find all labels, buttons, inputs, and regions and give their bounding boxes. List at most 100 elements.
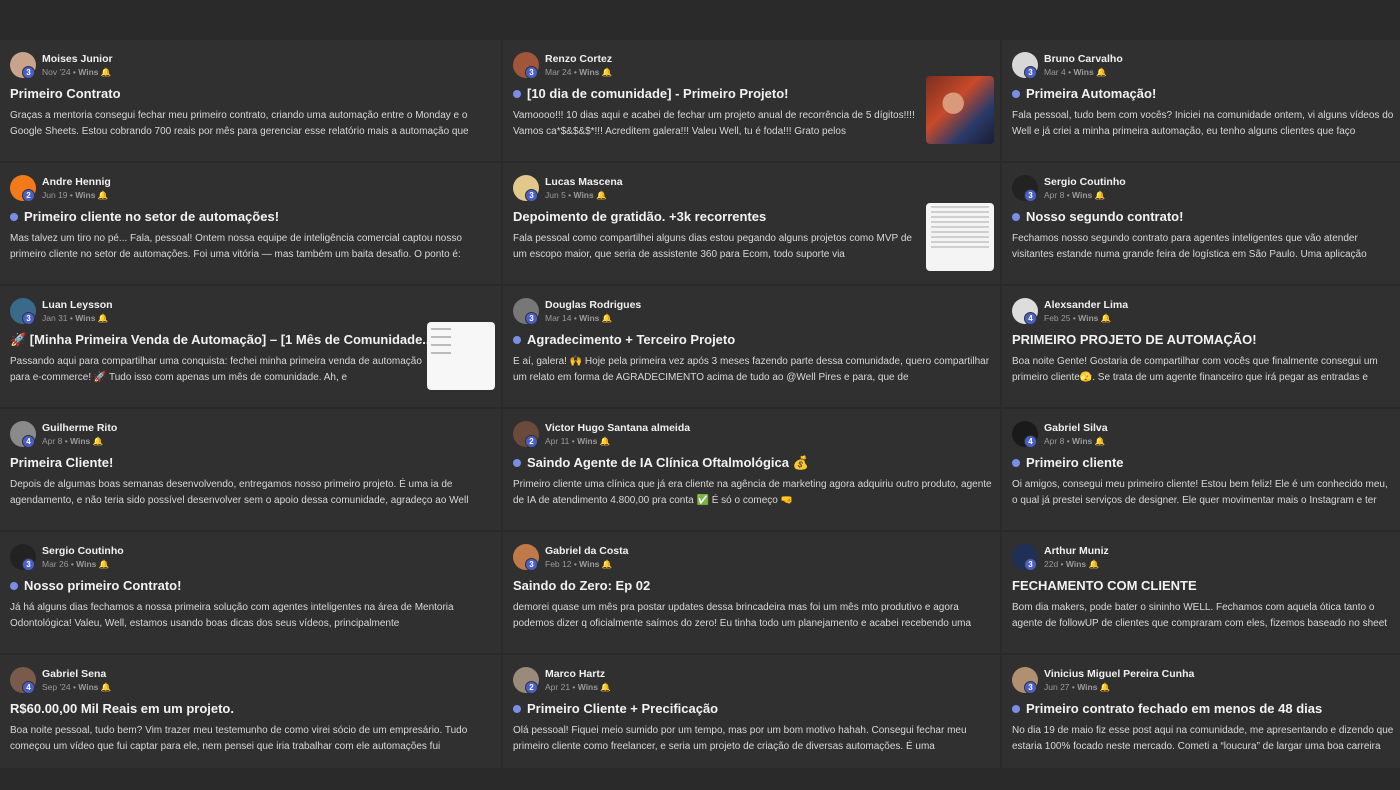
post-card[interactable]: 2 Victor Hugo Santana almeida Apr 11 • W… (503, 409, 1000, 530)
post-title[interactable]: Nosso segundo contrato! (1012, 208, 1396, 226)
post-category[interactable]: Wins (75, 190, 95, 200)
post-thumbnail[interactable] (926, 203, 994, 271)
avatar[interactable]: 4 (10, 667, 36, 694)
post-title[interactable]: Depoimento de gratidão. +3k recorrentes (513, 208, 922, 226)
post-card[interactable]: 3 Moises Junior Nov '24 • Wins 🔔 Primeir… (0, 40, 501, 161)
post-title[interactable]: R$60.00,00 Mil Reais em um projeto. (10, 700, 493, 718)
post-category[interactable]: Wins (78, 682, 98, 692)
avatar[interactable]: 3 (10, 52, 36, 79)
avatar[interactable]: 3 (513, 52, 539, 79)
avatar[interactable]: 3 (1012, 175, 1038, 202)
avatar[interactable]: 4 (1012, 421, 1038, 448)
post-category[interactable]: Wins (579, 559, 599, 569)
post-title[interactable]: 🚀 [Minha Primeira Venda de Automação] – … (10, 331, 433, 349)
avatar[interactable]: 3 (10, 544, 36, 571)
author-name[interactable]: Bruno Carvalho (1044, 53, 1123, 66)
avatar[interactable]: 3 (513, 544, 539, 571)
avatar[interactable]: 3 (513, 298, 539, 325)
post-thumbnail[interactable] (926, 76, 994, 144)
post-card[interactable]: 4 Gabriel Silva Apr 8 • Wins 🔔 Primeiro … (1002, 409, 1400, 530)
post-card[interactable]: 3 Renzo Cortez Mar 24 • Wins 🔔 [10 dia d… (503, 40, 1000, 161)
author-name[interactable]: Alexsander Lima (1044, 299, 1128, 312)
avatar[interactable]: 3 (513, 175, 539, 202)
author-name[interactable]: Gabriel Sena (42, 668, 111, 681)
post-card[interactable]: 3 Arthur Muniz 22d • Wins 🔔 FECHAMENTO C… (1002, 532, 1400, 653)
post-category[interactable]: Wins (577, 436, 597, 446)
post-title[interactable]: FECHAMENTO COM CLIENTE (1012, 577, 1396, 595)
post-title[interactable]: Primeiro cliente no setor de automações! (10, 208, 493, 226)
post-category[interactable]: Wins (1077, 682, 1097, 692)
post-category[interactable]: Wins (78, 67, 98, 77)
post-card[interactable]: 2 Marco Hartz Apr 21 • Wins 🔔 Primeiro C… (503, 655, 1000, 768)
post-date: Jun 27 (1044, 681, 1070, 692)
post-card[interactable]: 4 Alexsander Lima Feb 25 • Wins 🔔 PRIMEI… (1002, 286, 1400, 407)
author-name[interactable]: Sergio Coutinho (1044, 176, 1126, 189)
post-title[interactable]: [10 dia de comunidade] - Primeiro Projet… (513, 85, 922, 103)
post-thumbnail[interactable] (427, 322, 495, 390)
post-title[interactable]: Primeiro contrato fechado em menos de 48… (1012, 700, 1396, 718)
post-title[interactable]: Nosso primeiro Contrato! (10, 577, 493, 595)
author-name[interactable]: Douglas Rodrigues (545, 299, 641, 312)
post-card[interactable]: 3 Gabriel da Costa Feb 12 • Wins 🔔 Saind… (503, 532, 1000, 653)
author-name[interactable]: Lucas Mascena (545, 176, 623, 189)
post-title[interactable]: PRIMEIRO PROJETO DE AUTOMAÇÃO! (1012, 331, 1396, 349)
post-title-text: Primeira Cliente! (10, 455, 114, 470)
avatar[interactable]: 3 (10, 298, 36, 325)
avatar[interactable]: 4 (10, 421, 36, 448)
post-card[interactable]: 4 Guilherme Rito Apr 8 • Wins 🔔 Primeira… (0, 409, 501, 530)
author-name[interactable]: Renzo Cortez (545, 53, 612, 66)
post-title[interactable]: Primeiro cliente (1012, 454, 1396, 472)
level-badge: 3 (525, 312, 538, 325)
post-card[interactable]: 4 Gabriel Sena Sep '24 • Wins 🔔 R$60.00,… (0, 655, 501, 768)
author-name[interactable]: Marco Hartz (545, 668, 611, 681)
avatar[interactable]: 3 (1012, 667, 1038, 694)
avatar[interactable]: 2 (10, 175, 36, 202)
post-header: 4 Gabriel Sena Sep '24 • Wins 🔔 (10, 665, 493, 695)
post-card[interactable]: 3 Bruno Carvalho Mar 4 • Wins 🔔 Primeira… (1002, 40, 1400, 161)
post-card[interactable]: 2 Andre Hennig Jun 19 • Wins 🔔 Primeiro … (0, 163, 501, 284)
author-name[interactable]: Arthur Muniz (1044, 545, 1109, 558)
avatar[interactable]: 3 (1012, 544, 1038, 571)
avatar[interactable]: 3 (1012, 52, 1038, 79)
avatar[interactable]: 2 (513, 667, 539, 694)
author-name[interactable]: Luan Leysson (42, 299, 113, 312)
post-category[interactable]: Wins (70, 436, 90, 446)
unread-dot-icon (513, 459, 521, 467)
post-date: Apr 8 (42, 435, 63, 446)
author-name[interactable]: Moises Junior (42, 53, 113, 66)
post-title[interactable]: Primeira Automação! (1012, 85, 1396, 103)
post-category[interactable]: Wins (1078, 313, 1098, 323)
author-name[interactable]: Sergio Coutinho (42, 545, 124, 558)
post-category[interactable]: Wins (574, 190, 594, 200)
post-card[interactable]: 3 Lucas Mascena Jun 5 • Wins 🔔 Depoiment… (503, 163, 1000, 284)
post-title[interactable]: Saindo do Zero: Ep 02 (513, 577, 992, 595)
author-name[interactable]: Vinicius Miguel Pereira Cunha (1044, 668, 1194, 681)
post-meta: Jun 27 • Wins 🔔 (1044, 681, 1111, 692)
author-name[interactable]: Gabriel Silva (1044, 422, 1108, 435)
post-category[interactable]: Wins (76, 559, 96, 569)
avatar[interactable]: 2 (513, 421, 539, 448)
post-category[interactable]: Wins (1072, 190, 1092, 200)
post-category[interactable]: Wins (1066, 559, 1086, 569)
author-name[interactable]: Andre Hennig (42, 176, 111, 189)
post-title[interactable]: Agradecimento + Terceiro Projeto (513, 331, 992, 349)
post-card[interactable]: 3 Vinicius Miguel Pereira Cunha Jun 27 •… (1002, 655, 1400, 768)
post-category[interactable]: Wins (579, 313, 599, 323)
author-name[interactable]: Victor Hugo Santana almeida (545, 422, 690, 435)
post-title[interactable]: Primeiro Cliente + Precificação (513, 700, 992, 718)
avatar[interactable]: 4 (1012, 298, 1038, 325)
post-category[interactable]: Wins (578, 682, 598, 692)
post-card[interactable]: 3 Sergio Coutinho Apr 8 • Wins 🔔 Nosso s… (1002, 163, 1400, 284)
post-title[interactable]: Primeira Cliente! (10, 454, 493, 472)
post-title[interactable]: Saindo Agente de IA Clínica Oftalmológic… (513, 454, 992, 472)
post-category[interactable]: Wins (1072, 436, 1092, 446)
post-card[interactable]: 3 Luan Leysson Jan 31 • Wins 🔔 🚀 [Minha … (0, 286, 501, 407)
post-card[interactable]: 3 Sergio Coutinho Mar 26 • Wins 🔔 Nosso … (0, 532, 501, 653)
post-category[interactable]: Wins (1073, 67, 1093, 77)
post-category[interactable]: Wins (579, 67, 599, 77)
post-title[interactable]: Primeiro Contrato (10, 85, 493, 103)
author-name[interactable]: Guilherme Rito (42, 422, 117, 435)
author-name[interactable]: Gabriel da Costa (545, 545, 628, 558)
post-card[interactable]: 3 Douglas Rodrigues Mar 14 • Wins 🔔 Agra… (503, 286, 1000, 407)
post-category[interactable]: Wins (75, 313, 95, 323)
